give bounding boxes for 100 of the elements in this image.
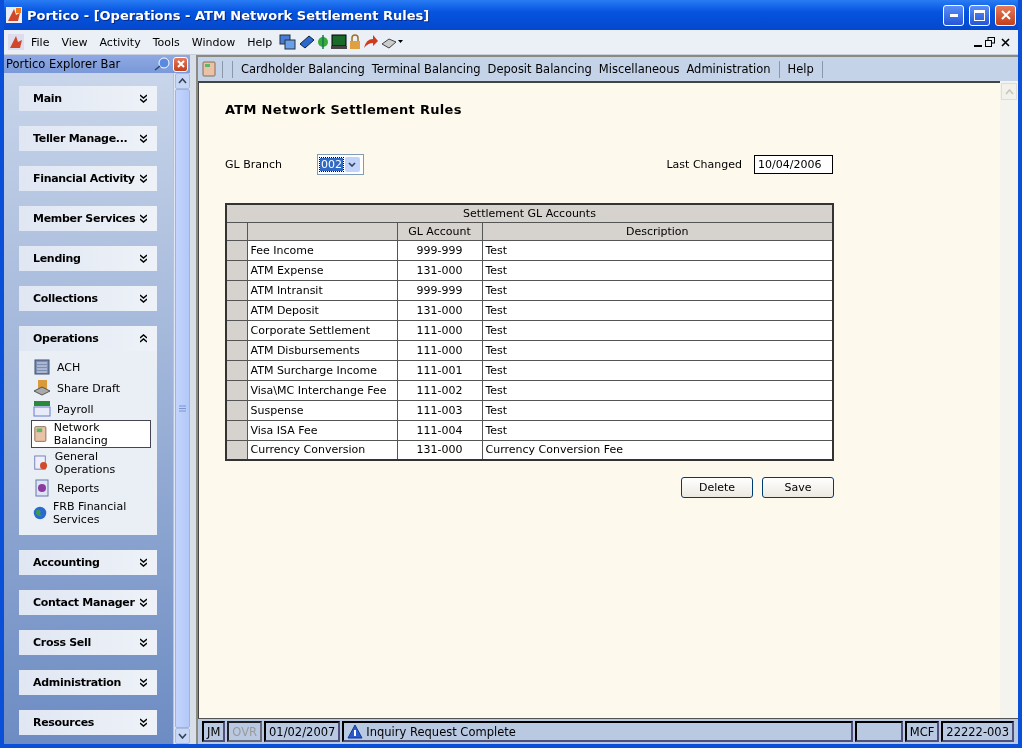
page-title: ATM Network Settlement Rules <box>225 102 463 117</box>
maximize-icon <box>974 9 985 21</box>
info-icon <box>347 724 364 739</box>
status-panel: JM <box>202 721 226 742</box>
scroll-down-button[interactable] <box>174 728 190 744</box>
module-menu-item[interactable]: Terminal Balancing <box>369 62 483 76</box>
status-panel: Inquiry Request Complete <box>342 721 853 742</box>
module-menu-item[interactable]: Deposit Balancing <box>485 62 594 76</box>
row-selector[interactable] <box>226 280 247 300</box>
row-selector[interactable] <box>226 240 247 260</box>
expand-icon[interactable] <box>140 94 147 103</box>
expand-icon[interactable] <box>140 174 147 183</box>
row-selector[interactable] <box>226 320 247 340</box>
nav-item[interactable]: ACH <box>31 357 151 377</box>
table-cell: Test <box>482 340 833 360</box>
group-header[interactable]: Cross Sell <box>19 630 157 655</box>
row-selector[interactable] <box>226 260 247 280</box>
close-icon <box>176 60 185 68</box>
expand-icon[interactable] <box>140 718 147 727</box>
table-cell: Test <box>482 360 833 380</box>
close-icon[interactable] <box>1001 37 1010 47</box>
nav-item[interactable]: General Operations <box>31 449 151 477</box>
collapse-icon[interactable] <box>140 334 147 343</box>
monitors-icon[interactable] <box>279 34 297 50</box>
cash-drawer-icon[interactable] <box>331 34 348 50</box>
module-menu-item[interactable]: Help <box>785 62 816 76</box>
nav-item[interactable]: Payroll <box>31 399 151 419</box>
group-header[interactable]: Teller Manage... <box>19 126 157 151</box>
group-header[interactable]: Administration <box>19 670 157 695</box>
maximize-button[interactable] <box>969 4 990 26</box>
close-button[interactable] <box>995 4 1016 26</box>
scroll-up-button[interactable] <box>174 73 190 89</box>
close-icon <box>1000 10 1011 20</box>
field-label: GL Branch <box>225 158 282 171</box>
module-menu-item[interactable]: Cardholder Balancing <box>239 62 367 76</box>
restore-icon[interactable] <box>985 37 995 47</box>
table-cell: Test <box>482 400 833 420</box>
group-header[interactable]: Main <box>19 86 157 111</box>
nav-item[interactable]: Reports <box>31 478 151 498</box>
date-field[interactable]: 10/04/2006 <box>754 155 833 174</box>
nav-item[interactable]: FRB Financial Services <box>31 499 151 527</box>
delete-button[interactable]: Delete <box>681 477 753 498</box>
expand-icon[interactable] <box>140 638 147 647</box>
row-selector[interactable] <box>226 400 247 420</box>
pay-stub-icon <box>33 400 51 418</box>
row-selector[interactable] <box>226 440 247 460</box>
document-icon <box>33 454 49 472</box>
scroll-thumb[interactable] <box>174 89 190 728</box>
nav-item[interactable]: Share Draft <box>31 378 151 398</box>
app-logo-icon[interactable] <box>8 34 24 50</box>
group-header[interactable]: Contact Manager <box>19 590 157 615</box>
module-menu-item[interactable]: Administration <box>684 62 773 76</box>
expand-icon[interactable] <box>140 294 147 303</box>
table-title: Settlement GL Accounts <box>226 204 833 222</box>
menu-item[interactable]: Window <box>186 33 241 51</box>
status-panel: 22222-003 <box>941 721 1014 742</box>
row-selector[interactable] <box>226 420 247 440</box>
menu-item[interactable]: Tools <box>147 33 185 51</box>
group-header[interactable]: Operations <box>19 326 157 351</box>
expand-icon[interactable] <box>140 598 147 607</box>
status-panel: OVR <box>227 721 263 742</box>
group-header[interactable]: Financial Activity <box>19 166 157 191</box>
group-header[interactable]: Accounting <box>19 550 157 575</box>
row-selector[interactable] <box>226 300 247 320</box>
menu-item[interactable]: Activity <box>94 33 146 51</box>
report-icon <box>33 479 51 497</box>
forward-arrow-icon[interactable] <box>363 34 380 50</box>
group-header[interactable]: Collections <box>19 286 157 311</box>
row-selector[interactable] <box>226 380 247 400</box>
field-label: Last Changed <box>666 158 742 171</box>
minimize-icon <box>949 13 958 17</box>
group-header[interactable]: Resources <box>19 710 157 735</box>
close-button[interactable] <box>173 56 188 72</box>
table-cell: Test <box>482 300 833 320</box>
dollar-icon[interactable] <box>317 34 330 50</box>
menu-item[interactable]: View <box>56 33 93 51</box>
module-menu-item[interactable]: Miscellaneous <box>596 62 682 76</box>
row-selector[interactable] <box>226 360 247 380</box>
row-selector[interactable] <box>226 340 247 360</box>
menu-item[interactable]: Help <box>242 33 278 51</box>
group-header[interactable]: Lending <box>19 246 157 271</box>
status-panel: 01/02/2007 <box>264 721 341 742</box>
expand-icon[interactable] <box>140 558 147 567</box>
table-cell: Test <box>482 420 833 440</box>
table-cell: Test <box>482 260 833 280</box>
app-logo-icon <box>6 7 22 23</box>
branch-dropdown[interactable]: 002 <box>316 154 364 175</box>
expand-icon[interactable] <box>140 254 147 263</box>
card-icon[interactable] <box>298 34 316 50</box>
minimize-button[interactable] <box>943 4 964 26</box>
save-button[interactable]: Save <box>762 477 834 498</box>
menu-item[interactable]: File <box>26 33 55 51</box>
table-cell: Currency Conversion Fee <box>482 440 833 460</box>
expand-icon[interactable] <box>140 134 147 143</box>
nav-item[interactable]: Network Balancing <box>31 420 151 448</box>
table-cell: Test <box>482 240 833 260</box>
group-header[interactable]: Member Services <box>19 206 157 231</box>
expand-icon[interactable] <box>140 678 147 687</box>
pin-icon[interactable] <box>154 57 170 71</box>
expand-icon[interactable] <box>140 214 147 223</box>
